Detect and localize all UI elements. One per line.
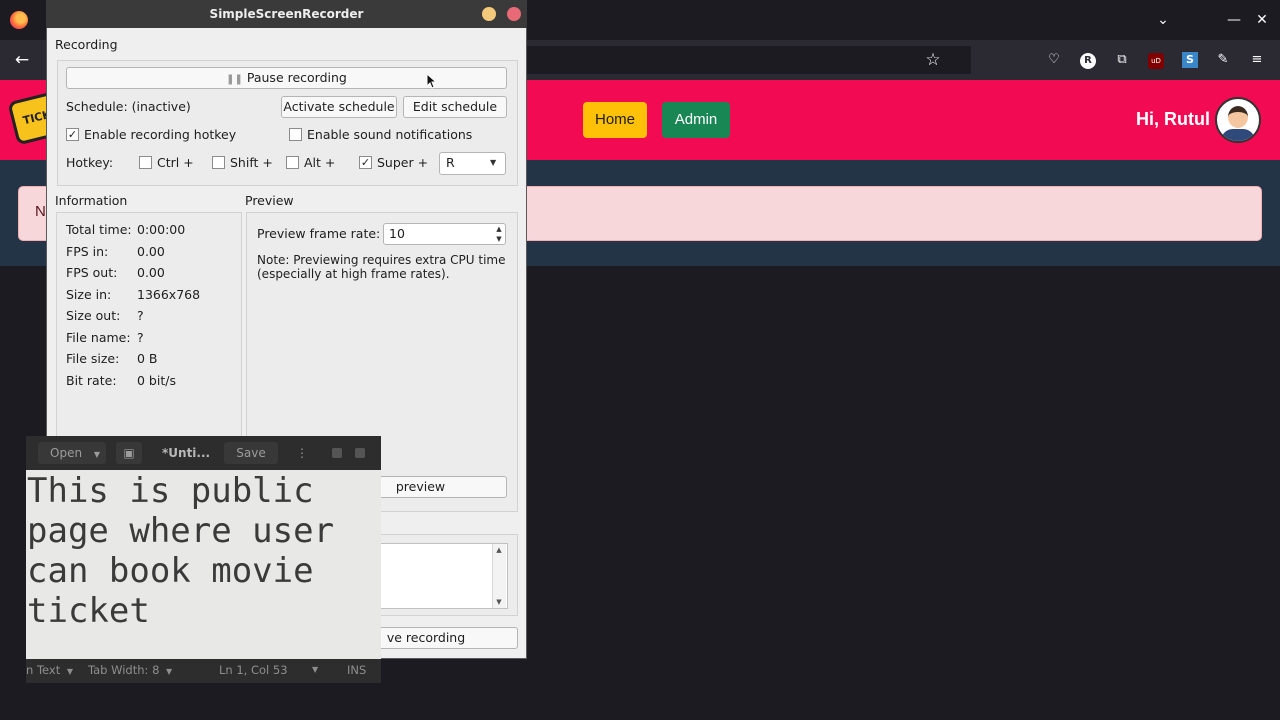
ssr-title: SimpleScreenRecorder [209, 7, 364, 21]
tab-width-label: Tab Width: 8 [88, 663, 160, 677]
kebab-menu-icon[interactable]: ⋮ [296, 442, 308, 464]
info-label: FPS in: [66, 243, 109, 259]
chevron-down-icon: ▼ [166, 667, 173, 676]
bookmark-star-icon[interactable]: ☆ [922, 49, 944, 71]
info-label: File size: [66, 351, 120, 366]
shift-label: Shift + [230, 155, 273, 170]
avatar[interactable] [1215, 97, 1261, 143]
preview-note: Note: Previewing requires extra CPU time… [257, 253, 506, 281]
close-icon[interactable] [507, 7, 521, 21]
tab-width-selector[interactable]: Tab Width: 8 ▼ [88, 659, 172, 683]
pause-recording-label: Pause recording [246, 70, 347, 85]
back-arrow-icon[interactable]: ← [10, 48, 34, 72]
chevron-down-icon: ▼ [490, 158, 497, 167]
info-label: Size out: [66, 308, 121, 323]
scroll-up-icon[interactable]: ▲ [492, 544, 506, 556]
stylus-icon[interactable]: S [1180, 50, 1200, 70]
minimize-icon[interactable]: — [1224, 10, 1244, 30]
minimize-icon[interactable] [482, 7, 496, 21]
info-label: FPS out: [66, 265, 118, 280]
user-greeting: Hi, Rutul [1136, 109, 1210, 129]
enable-hotkey-label: Enable recording hotkey [84, 127, 237, 142]
document-title: *Unti... [162, 446, 211, 460]
minimize-icon[interactable] [332, 448, 342, 458]
ctrl-checkbox[interactable] [139, 156, 152, 169]
enable-sound-checkbox[interactable] [289, 128, 302, 141]
info-label: Total time: [66, 222, 132, 237]
chevron-down-icon: ▼ [66, 667, 74, 676]
open-label: Open [50, 446, 83, 460]
close-icon[interactable] [355, 448, 365, 458]
language-selector[interactable]: n Text ▼ [26, 659, 73, 683]
shift-checkbox[interactable] [212, 156, 225, 169]
hotkey-label: Hotkey: [66, 155, 114, 170]
preview-frame-rate-label: Preview frame rate: [257, 226, 381, 241]
scroll-down-icon[interactable]: ▼ [492, 596, 506, 608]
chevron-down-icon: ▼ [93, 450, 101, 459]
pen-icon[interactable]: ✎ [1213, 50, 1233, 70]
info-value: 0.00 [137, 243, 165, 259]
spin-arrows-icon[interactable]: ▲ ▼ [493, 224, 505, 244]
save-button[interactable]: Save [224, 442, 278, 464]
admin-button[interactable]: Admin [662, 102, 730, 138]
schedule-status: Schedule: (inactive) [66, 99, 191, 114]
info-value: 1366x768 [137, 286, 201, 302]
super-label: Super + [377, 155, 429, 170]
ublock-text: uD [1148, 53, 1164, 69]
info-value: 0 bit/s [137, 372, 176, 388]
extensions-icon[interactable]: ⧉ [1112, 50, 1132, 70]
alt-checkbox[interactable] [286, 156, 299, 169]
gedit-text-area[interactable]: This is public page where user can book … [27, 471, 380, 631]
enable-hotkey-checkbox[interactable]: ✓ [66, 128, 79, 141]
insert-mode: INS [347, 663, 367, 677]
info-value: 0:00:00 [137, 222, 186, 237]
cursor-position[interactable]: Ln 1, Col 53 [219, 659, 288, 681]
profile-icon[interactable]: R [1078, 50, 1098, 70]
ctrl-label: Ctrl + [157, 155, 194, 170]
info-value: 0.00 [137, 265, 165, 280]
info-label: File name: [66, 329, 131, 345]
preview-frame-rate-value: 10 [389, 226, 405, 241]
mouse-cursor-icon [426, 73, 438, 89]
pause-recording-button[interactable]: ❚❚ Pause recording [66, 67, 507, 89]
pocket-icon[interactable]: ♡ [1044, 50, 1064, 70]
edit-schedule-button[interactable]: Edit schedule [403, 96, 507, 118]
tab-list-chevron-icon[interactable]: ⌄ [1153, 10, 1173, 30]
pause-icon: ❚❚ [226, 74, 243, 85]
firefox-logo-icon[interactable] [10, 11, 28, 29]
info-value: ? [137, 308, 144, 323]
information-section-title: Information [55, 193, 128, 208]
hotkey-key-value: R [446, 155, 455, 170]
recording-section-title: Recording [55, 37, 118, 52]
info-label: Size in: [66, 286, 112, 302]
open-button[interactable]: Open ▼ [38, 442, 106, 464]
language-label: n Text [26, 663, 61, 677]
gedit-empty-area[interactable] [26, 631, 381, 659]
close-icon[interactable]: ✕ [1252, 10, 1272, 30]
info-value: 0 B [137, 351, 158, 366]
gedit-statusbar [26, 659, 381, 683]
super-checkbox[interactable]: ✓ [359, 156, 372, 169]
url-bar[interactable] [526, 46, 971, 74]
ublock-icon[interactable]: uD [1146, 50, 1166, 70]
info-value: ? [137, 329, 144, 345]
alt-label: Alt + [304, 155, 336, 170]
activate-schedule-button[interactable]: Activate schedule [281, 96, 397, 118]
home-button[interactable]: Home [583, 102, 647, 138]
chevron-down-icon[interactable]: ▼ [312, 659, 318, 681]
info-label: Bit rate: [66, 372, 117, 388]
enable-sound-label: Enable sound notifications [307, 127, 473, 142]
menu-icon[interactable]: ≡ [1247, 50, 1267, 70]
new-tab-icon[interactable]: ▣ [116, 442, 142, 464]
preview-section-title: Preview [245, 193, 294, 208]
profile-letter: R [1080, 53, 1096, 69]
